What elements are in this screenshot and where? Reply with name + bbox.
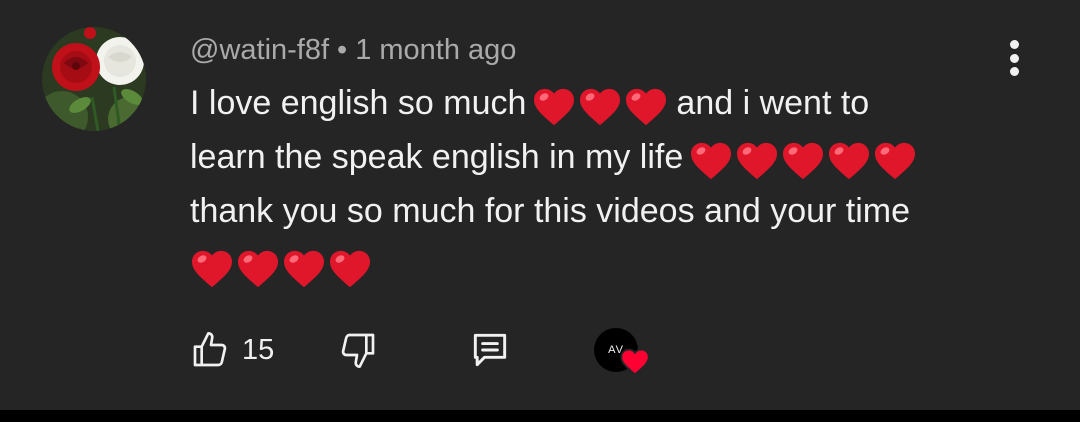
heart-emoji-icon [737, 142, 778, 180]
reply-button[interactable] [468, 326, 512, 374]
heart-emoji-icon [875, 142, 916, 180]
thumbs-down-icon [341, 333, 375, 368]
meta-separator: • [337, 34, 348, 66]
comment-meta: @watin-f8f • 1 month ago [190, 32, 516, 68]
comment-line: learn the speak english in my life [190, 130, 1010, 184]
heart-emoji-icon [534, 88, 575, 126]
like-count: 15 [242, 333, 275, 366]
comment-timestamp[interactable]: 1 month ago [355, 34, 516, 66]
reply-comment-icon [473, 333, 507, 367]
heart-emoji-group [532, 78, 670, 132]
comment-line [190, 238, 1010, 292]
heart-emoji-group [689, 132, 919, 186]
heart-emoji-icon [783, 142, 824, 180]
heart-emoji-icon [330, 250, 370, 288]
creator-heart-icon [620, 348, 650, 376]
comment-line: thank you so much for this videos and yo… [190, 192, 911, 230]
author-avatar[interactable] [42, 27, 146, 131]
heart-emoji-icon [691, 142, 732, 180]
creator-heart-badge: AV [592, 326, 652, 376]
comment-line: I love english so much and i went to [190, 76, 1010, 130]
heart-emoji-icon [580, 88, 621, 126]
dislike-button[interactable] [338, 326, 378, 374]
heart-emoji-icon [284, 250, 324, 288]
heart-emoji-icon [192, 250, 232, 288]
rose-avatar-icon [42, 27, 146, 131]
comment-text: I love english so much and i went to lear… [190, 76, 1010, 292]
heart-emoji-icon [238, 250, 278, 288]
thumbs-up-icon [193, 332, 227, 367]
comment-card: @watin-f8f • 1 month ago I love english so… [0, 0, 1080, 410]
author-handle[interactable]: @watin-f8f [190, 34, 329, 66]
more-options-icon[interactable] [996, 38, 1032, 78]
heart-emoji-icon [829, 142, 870, 180]
heart-emoji-group [190, 240, 374, 294]
heart-emoji-icon [626, 88, 667, 126]
like-button[interactable]: 15 [190, 326, 274, 374]
